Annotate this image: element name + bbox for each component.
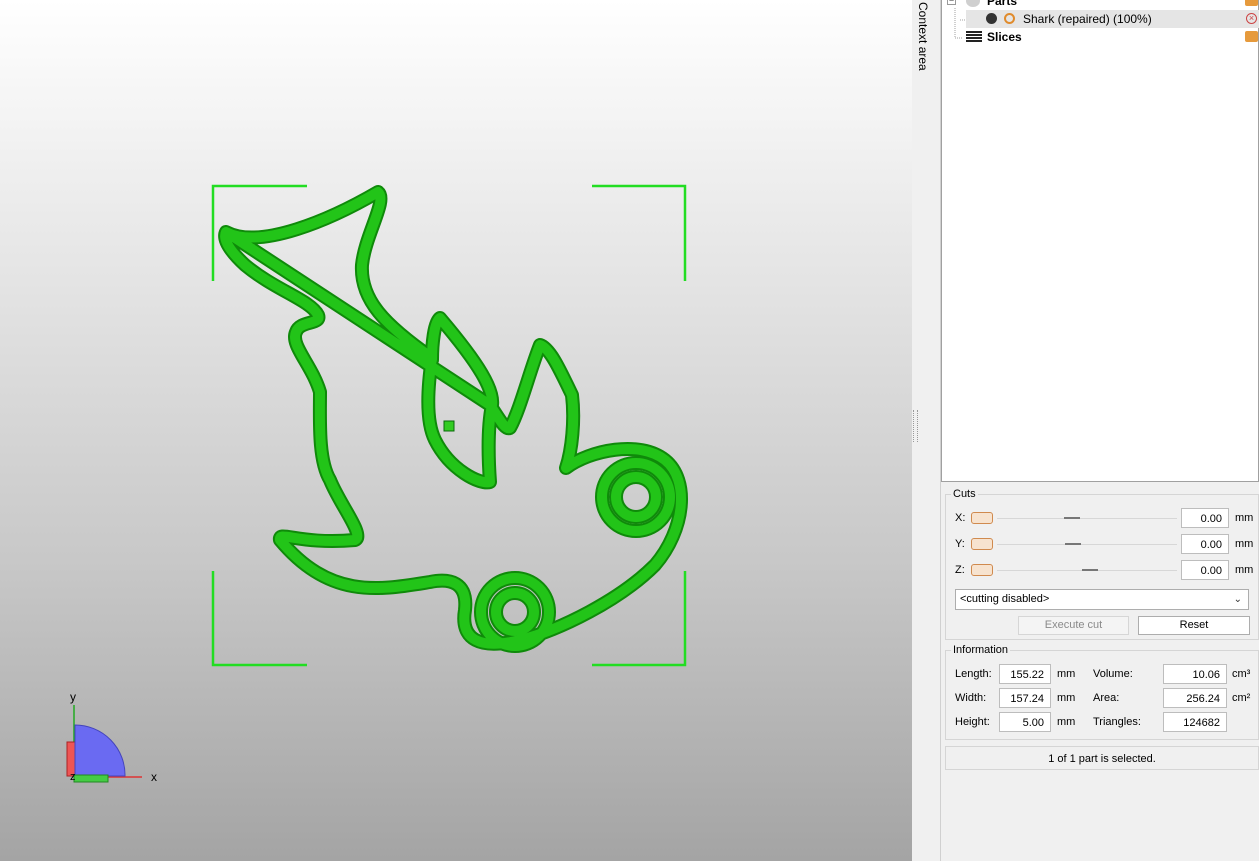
cut-z-unit: mm <box>1235 564 1254 576</box>
slices-icon <box>966 31 982 43</box>
execute-cut-button[interactable]: Execute cut <box>1018 616 1129 635</box>
cut-z-label: Z: <box>955 564 965 576</box>
tree-item-label: Parts <box>987 0 1018 8</box>
chevron-down-icon: ⌄ <box>1233 594 1242 605</box>
cut-x-toggle[interactable] <box>971 512 993 524</box>
cut-z-input[interactable]: 0.00 <box>1181 560 1229 580</box>
part-icon <box>986 13 997 24</box>
width-label: Width: <box>955 692 987 704</box>
height-label: Height: <box>955 716 990 728</box>
viewport-3d[interactable]: y x z <box>0 0 912 861</box>
parts-icon <box>966 0 980 7</box>
splitter-grip[interactable] <box>913 410 918 442</box>
cut-y-label: Y: <box>955 538 965 550</box>
height-value: 5.00 <box>999 712 1051 732</box>
tree-item-label: Slices <box>987 30 1022 44</box>
cut-y-slider[interactable] <box>997 544 1177 545</box>
information-group-title: Information <box>951 644 1011 656</box>
pivot-marker <box>443 420 455 432</box>
axis-y-label: y <box>70 690 76 704</box>
triangles-label: Triangles: <box>1093 716 1141 728</box>
remove-icon[interactable]: × <box>1246 13 1257 24</box>
open-folder-icon[interactable] <box>1245 0 1258 6</box>
cut-y-toggle[interactable] <box>971 538 993 550</box>
length-unit: mm <box>1057 668 1076 680</box>
cut-y-input[interactable]: 0.00 <box>1181 534 1229 554</box>
area-label: Area: <box>1093 692 1120 704</box>
cut-z-slider-handle[interactable] <box>1082 569 1098 571</box>
length-label: Length: <box>955 668 992 680</box>
area-value: 256.24 <box>1163 688 1227 708</box>
cut-mode-select[interactable]: <cutting disabled> ⌄ <box>955 589 1249 610</box>
triangles-value: 124682 <box>1163 712 1227 732</box>
cut-y-slider-handle[interactable] <box>1065 543 1081 545</box>
width-value: 157.24 <box>999 688 1051 708</box>
parts-tree[interactable]: − Parts Shark (repaired) (100%) × Slices <box>941 0 1259 482</box>
axis-x-label: x <box>151 770 157 784</box>
right-panel: − Parts Shark (repaired) (100%) × Slices… <box>941 0 1259 861</box>
cut-x-slider[interactable] <box>997 518 1177 519</box>
selection-status: 1 of 1 part is selected. <box>945 746 1259 770</box>
cuts-group-title: Cuts <box>951 488 978 500</box>
collapse-icon[interactable]: − <box>947 0 956 5</box>
tree-item-shark[interactable]: Shark (repaired) (100%) × <box>966 10 1259 28</box>
tree-item-slices[interactable]: Slices <box>942 28 1259 46</box>
height-unit: mm <box>1057 716 1076 728</box>
cut-y-unit: mm <box>1235 538 1254 550</box>
context-area-tab[interactable]: Context area <box>912 0 941 861</box>
open-folder-icon[interactable] <box>1245 31 1258 42</box>
tree-item-label: Shark (repaired) (100%) <box>1023 12 1152 26</box>
volume-unit: cm³ <box>1232 668 1251 680</box>
length-value: 155.22 <box>999 664 1051 684</box>
axis-z-label: z <box>70 771 76 783</box>
cut-z-toggle[interactable] <box>971 564 993 576</box>
cut-mode-value: <cutting disabled> <box>960 593 1050 605</box>
width-unit: mm <box>1057 692 1076 704</box>
cut-x-input[interactable]: 0.00 <box>1181 508 1229 528</box>
tree-item-parts[interactable]: − Parts <box>942 0 1259 10</box>
shark-model[interactable] <box>225 185 681 653</box>
cut-x-unit: mm <box>1235 512 1254 524</box>
context-area-label: Context area <box>916 2 930 71</box>
cut-x-label: X: <box>955 512 966 524</box>
volume-value: 10.06 <box>1163 664 1227 684</box>
visibility-icon[interactable] <box>1004 13 1015 24</box>
volume-label: Volume: <box>1093 668 1133 680</box>
area-unit: cm² <box>1232 692 1251 704</box>
axes-gizmo <box>66 705 142 783</box>
cut-x-slider-handle[interactable] <box>1064 517 1080 519</box>
reset-button[interactable]: Reset <box>1138 616 1250 635</box>
